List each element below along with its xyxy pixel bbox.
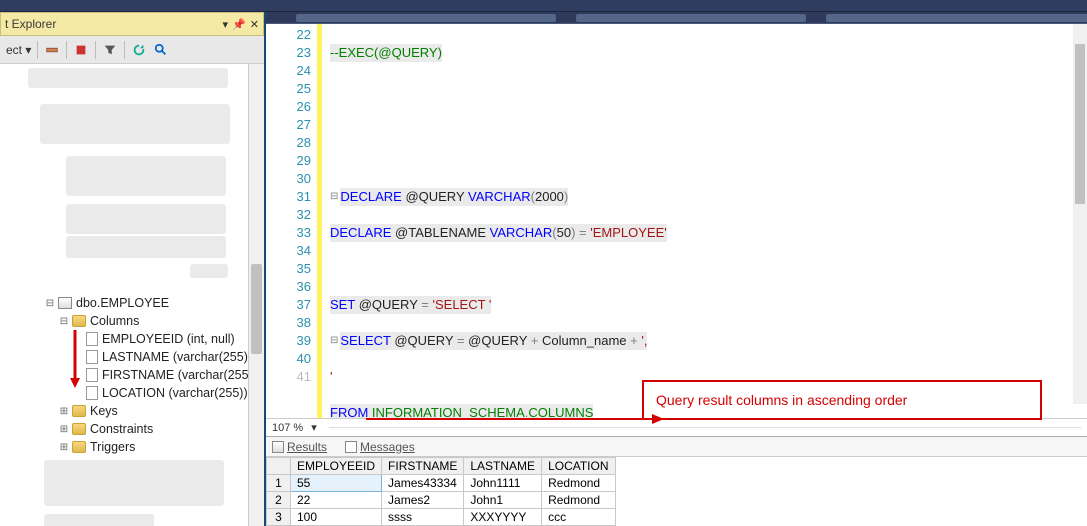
grid-icon	[272, 441, 284, 453]
editor-tabbar-blur	[266, 12, 1087, 24]
tab-messages-label: Messages	[360, 440, 415, 454]
messages-icon	[345, 441, 357, 453]
tab-messages[interactable]: Messages	[341, 440, 419, 454]
results-tabs: Results Messages	[266, 437, 1087, 457]
columns-folder-label: Columns	[90, 314, 139, 328]
column-icon	[86, 350, 98, 364]
cell[interactable]: 55	[291, 475, 382, 492]
code-editor[interactable]: 2223242526272829303132333435363738394041…	[266, 24, 1087, 418]
editor-scrollbar[interactable]	[1073, 24, 1087, 404]
table-node-label: dbo.EMPLOYEE	[76, 296, 169, 310]
annotation-box: Query result columns in ascending order	[642, 380, 1042, 420]
annotation-arrow-right	[366, 412, 666, 431]
annotation-text: Query result columns in ascending order	[656, 392, 907, 408]
explorer-header: t Explorer ▾ 📌 ✕	[0, 12, 264, 36]
column-label: EMPLOYEEID (int, null)	[102, 332, 235, 346]
folder-icon	[72, 441, 86, 453]
cell[interactable]: Redmond	[542, 475, 615, 492]
annotation-arrow-down	[68, 330, 82, 390]
window-tools[interactable]: ▾ 📌 ✕	[223, 18, 259, 31]
tab-results[interactable]: Results	[268, 440, 331, 454]
filter-icon[interactable]	[102, 42, 118, 58]
folder-icon	[72, 405, 86, 417]
editor-panel: 2223242526272829303132333435363738394041…	[266, 12, 1087, 526]
column-label: LOCATION (varchar(255))	[102, 386, 248, 400]
collapse-icon[interactable]	[44, 297, 56, 309]
cell[interactable]: ssss	[382, 509, 464, 526]
cell[interactable]: John1	[464, 492, 542, 509]
cell[interactable]: XXXYYYY	[464, 509, 542, 526]
row-header-blank	[267, 458, 291, 475]
keys-label: Keys	[90, 404, 118, 418]
expand-icon[interactable]	[58, 405, 70, 417]
column-icon	[86, 386, 98, 400]
column-label: LASTNAME (varchar(255)	[102, 350, 248, 364]
code-content[interactable]: --EXEC(@QUERY) ⊟DECLARE @QUERY VARCHAR(2…	[322, 24, 1087, 418]
line-gutter: 2223242526272829303132333435363738394041	[266, 24, 322, 418]
connect-button[interactable]: ect ▾	[6, 43, 31, 57]
col-header[interactable]: EMPLOYEEID	[291, 458, 382, 475]
cell[interactable]: Redmond	[542, 492, 615, 509]
constraints-label: Constraints	[90, 422, 153, 436]
column-item[interactable]: LASTNAME (varchar(255)	[86, 348, 248, 366]
cell[interactable]: 100	[291, 509, 382, 526]
keys-folder[interactable]: Keys	[58, 402, 118, 420]
explorer-toolbar: ect ▾	[0, 36, 264, 64]
window-chrome	[0, 0, 1087, 12]
cell[interactable]: 22	[291, 492, 382, 509]
column-item[interactable]: FIRSTNAME (varchar(255)	[86, 366, 253, 384]
disconnect-icon[interactable]	[44, 42, 60, 58]
dropdown-icon[interactable]: ▾	[223, 18, 229, 31]
tab-results-label: Results	[287, 440, 327, 454]
table-node[interactable]: dbo.EMPLOYEE	[44, 294, 169, 312]
table-row[interactable]: 3 100 ssss XXXYYYY ccc	[267, 509, 616, 526]
object-tree[interactable]: dbo.EMPLOYEE Columns EMPLOYEEID (int, nu…	[0, 64, 264, 526]
column-icon	[86, 332, 98, 346]
pin-icon[interactable]: 📌	[232, 18, 246, 31]
results-panel: Results Messages EMPLOYEEID FIRSTNAME LA…	[266, 436, 1087, 526]
tree-scrollbar[interactable]	[248, 64, 264, 526]
col-header[interactable]: LASTNAME	[464, 458, 542, 475]
col-header[interactable]: FIRSTNAME	[382, 458, 464, 475]
collapse-icon[interactable]	[58, 315, 70, 327]
cell[interactable]: ccc	[542, 509, 615, 526]
folder-icon	[72, 423, 86, 435]
expand-icon[interactable]	[58, 423, 70, 435]
column-item[interactable]: LOCATION (varchar(255))	[86, 384, 248, 402]
search-icon[interactable]	[153, 42, 169, 58]
columns-folder[interactable]: Columns	[58, 312, 139, 330]
column-label: FIRSTNAME (varchar(255)	[102, 368, 253, 382]
col-header[interactable]: LOCATION	[542, 458, 615, 475]
column-item[interactable]: EMPLOYEEID (int, null)	[86, 330, 235, 348]
refresh-icon[interactable]	[131, 42, 147, 58]
zoom-level[interactable]: 107 %	[272, 422, 303, 434]
zoom-dropdown-icon[interactable]: ▾	[311, 421, 317, 434]
close-icon[interactable]: ✕	[250, 18, 259, 31]
table-row[interactable]: 2 22 James2 John1 Redmond	[267, 492, 616, 509]
table-row[interactable]: 1 55 James43334 John1111 Redmond	[267, 475, 616, 492]
explorer-title: t Explorer	[5, 17, 56, 31]
cell[interactable]: James43334	[382, 475, 464, 492]
folder-icon	[72, 315, 86, 327]
cell[interactable]: John1111	[464, 475, 542, 492]
constraints-folder[interactable]: Constraints	[58, 420, 153, 438]
results-grid[interactable]: EMPLOYEEID FIRSTNAME LASTNAME LOCATION 1…	[266, 457, 616, 526]
table-icon	[58, 297, 72, 309]
triggers-label: Triggers	[90, 440, 135, 454]
stop-icon[interactable]	[73, 42, 89, 58]
expand-icon[interactable]	[58, 441, 70, 453]
cell[interactable]: James2	[382, 492, 464, 509]
object-explorer-panel: t Explorer ▾ 📌 ✕ ect ▾ dbo.EM	[0, 12, 266, 526]
triggers-folder[interactable]: Triggers	[58, 438, 135, 456]
column-icon	[86, 368, 98, 382]
